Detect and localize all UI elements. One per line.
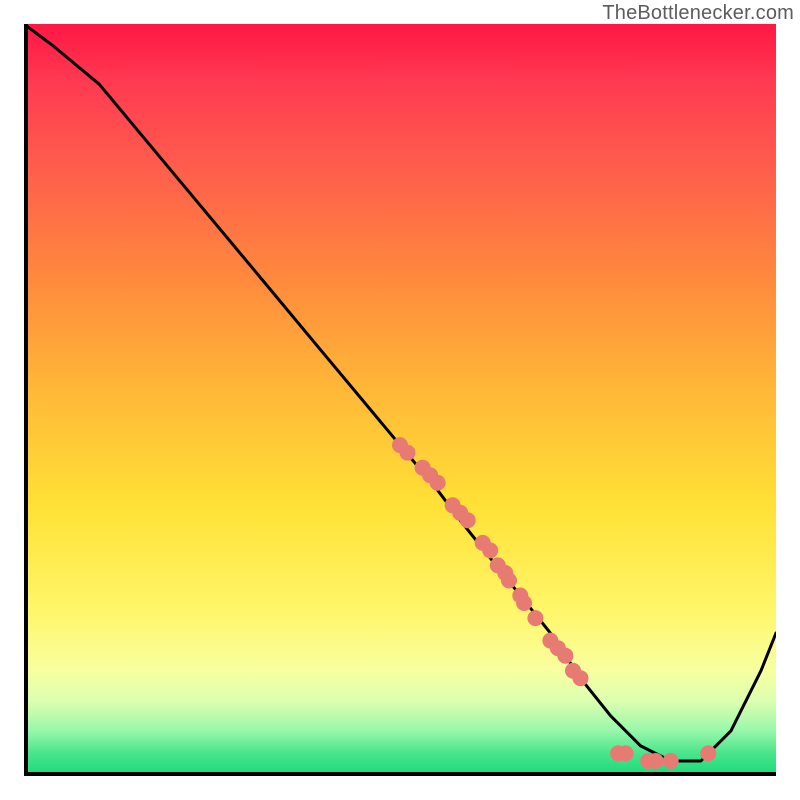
bottleneck-curve [24,24,776,761]
data-point [557,648,573,664]
data-point [482,542,498,558]
plot-area [24,24,776,776]
data-points-group [392,437,716,769]
data-point [573,670,589,686]
chart-overlay [24,24,776,776]
data-point [648,753,664,769]
data-point [501,573,517,589]
data-point [663,753,679,769]
watermark-text: TheBottlenecker.com [602,2,794,25]
data-point [460,512,476,528]
data-point [516,595,532,611]
data-point [430,475,446,491]
data-point [400,445,416,461]
chart-container: TheBottlenecker.com [0,0,800,800]
data-point [618,745,634,761]
data-point [700,745,716,761]
data-point [527,610,543,626]
